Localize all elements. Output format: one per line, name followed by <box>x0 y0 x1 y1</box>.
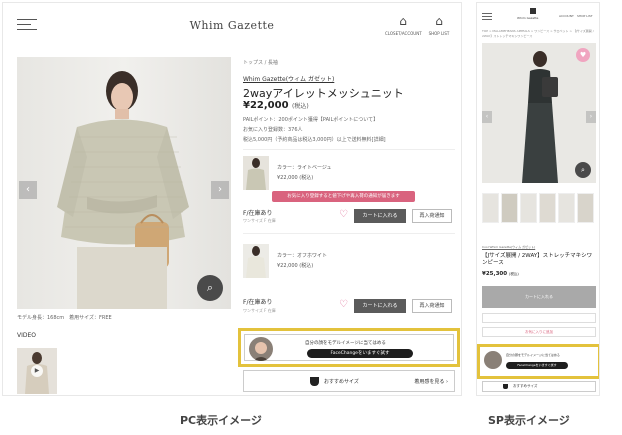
favorite-tooltip: お気に入り登録すると値下げや再入荷の通知が届きます <box>272 191 415 202</box>
sp-thumbnail[interactable] <box>520 193 537 223</box>
sp-zoom-icon[interactable]: ⌕ <box>575 162 591 178</box>
sp-facechange-button[interactable]: FaceChangeをいますぐ試す <box>506 362 568 369</box>
product-title: 2wayアイレットメッシュニット <box>243 87 404 100</box>
sp-facechange-text: 自分の顔をモデルイメージに当てはめる <box>506 353 560 357</box>
sp-product-title: 【Jサイズ展開 / 2WAY】ストレッチマキシワンピース <box>482 253 593 266</box>
facechange-button[interactable]: FaceChangeをいますぐ試す <box>307 349 413 358</box>
variant-price: ¥22,000 (税込) <box>277 262 313 269</box>
category-breadcrumb: トップス / 長袖 <box>243 60 278 66</box>
sp-thumbnail[interactable] <box>577 193 594 223</box>
sp-price: ¥25,300 (税込) <box>482 271 519 277</box>
sp-size-icon <box>503 384 508 389</box>
video-thumbnail[interactable]: ▶ <box>17 348 57 394</box>
variant-price-value: ¥22,000 <box>277 175 298 181</box>
shipping-info: 税込5,000円（予約商品は税込3,000円）以上で送料無料[詳細] <box>243 137 386 143</box>
video-label: VIDEO <box>17 332 37 339</box>
sp-hamburger-icon[interactable] <box>482 13 492 22</box>
sp-product-image[interactable]: ♥ ‹ › ⌕ <box>482 43 596 183</box>
variant-price-value: ¥22,000 <box>277 263 298 269</box>
variant-thumb-illustration <box>246 246 266 278</box>
sp-thumbnail[interactable] <box>482 193 499 223</box>
sp-header: Whim Gazette ACCOUNT SHOP LIST <box>477 3 599 27</box>
next-image-arrow[interactable]: › <box>211 181 229 199</box>
sp-facechange-highlight[interactable]: 自分の顔をモデルイメージに当てはめる FaceChangeをいますぐ試す <box>477 344 599 379</box>
face-illustration <box>253 342 269 361</box>
fit-link[interactable]: 着用感を見る › <box>414 378 448 385</box>
sp-option-button[interactable] <box>482 313 596 323</box>
sp-recommended-size-button[interactable]: おすすめサイズ <box>482 381 596 392</box>
hanger-icon: ⌂ <box>399 14 407 28</box>
sp-thumbnail-strip <box>482 193 596 223</box>
closet-icon-button[interactable]: ⌂ CLOSET/ACCOUNT <box>385 14 422 36</box>
facechange-banner[interactable]: 自分の顔をモデルイメージに当てはめる FaceChangeをいますぐ試す <box>244 334 454 361</box>
model-photo-illustration <box>57 71 189 309</box>
stock-status: F/在庫あり <box>243 210 273 217</box>
add-to-cart-button[interactable]: カートに入れる <box>354 299 406 313</box>
sp-shoplist-link[interactable]: SHOP LIST <box>577 14 593 18</box>
sp-logo[interactable]: Whim Gazette <box>517 16 538 20</box>
sp-thumbnail[interactable] <box>558 193 575 223</box>
stock-sub: ワンサイズ F 在庫 <box>243 308 276 313</box>
favorite-heart-icon[interactable]: ♡ <box>339 209 348 220</box>
sp-caption: SP表示イメージ <box>488 414 570 427</box>
sp-thumbnail[interactable] <box>539 193 556 223</box>
sp-logo-mark <box>530 8 536 14</box>
favorites-count: お気に入り登録数：376人 <box>243 127 303 133</box>
sp-next-arrow[interactable]: › <box>586 111 596 123</box>
brand-link[interactable]: Whim Gazette(ウィム ガゼット) <box>243 74 334 83</box>
recommended-size-label: おすすめサイズ <box>324 379 359 385</box>
variant-thumbnail[interactable] <box>243 244 269 278</box>
shop-list-label: SHOP LIST <box>428 31 450 36</box>
sp-price-value: ¥25,300 <box>482 271 508 277</box>
variant-tax: (税込) <box>299 175 314 181</box>
sp-thumbnail[interactable] <box>501 193 518 223</box>
facechange-text: 自分の顔をモデルイメージに当てはめる <box>305 341 386 346</box>
pc-caption: PC表示イメージ <box>180 414 262 427</box>
sp-account-link[interactable]: ACCOUNT <box>559 14 574 18</box>
facechange-highlight: 自分の顔をモデルイメージに当てはめる FaceChangeをいますぐ試す <box>238 328 460 367</box>
tax-label: (税込) <box>292 103 309 110</box>
points-info: PAILポイント：200ポイント獲得【PAILポイントについて】 <box>243 117 379 123</box>
restock-notify-button[interactable]: 再入荷通知 <box>412 209 452 223</box>
sp-brand-link[interactable]: Cool Whim Gazette(ウィム ガゼット) <box>482 245 535 249</box>
stock-sub: ワンサイズ F 在庫 <box>243 218 276 223</box>
variant-thumb-illustration <box>246 158 266 190</box>
pc-header: Whim Gazette ⌂ CLOSET/ACCOUNT ⌂ SHOP LIS… <box>3 3 461 43</box>
model-size-caption: モデル身長：168cm 着用サイズ：FREE <box>17 315 112 321</box>
price-value: ¥22,000 <box>243 100 289 111</box>
sp-breadcrumb: TOP > MALAMEHEANS APPEALS > ワンピース > サロペッ… <box>482 29 594 38</box>
sp-add-to-cart-button[interactable]: カートに入れる <box>482 286 596 308</box>
closet-label: CLOSET/ACCOUNT <box>385 31 422 36</box>
zoom-icon[interactable]: ⌕ <box>197 275 223 301</box>
sp-preview: Whim Gazette ACCOUNT SHOP LIST TOP > MAL… <box>476 2 600 396</box>
product-price: ¥22,000 (税込) <box>243 100 309 111</box>
divider <box>243 149 455 150</box>
product-main-image[interactable]: ‹ › ⌕ <box>17 57 231 309</box>
shop-icon: ⌂ <box>435 14 443 28</box>
size-logo-icon <box>310 377 319 386</box>
variant-thumbnail[interactable] <box>243 156 269 190</box>
variant-tax: (税込) <box>299 263 314 269</box>
sp-prev-arrow[interactable]: ‹ <box>482 111 492 123</box>
variant-color: カラー：ライトベージュ <box>277 165 332 171</box>
face-avatar <box>249 337 273 361</box>
sp-favorite-heart-icon[interactable]: ♥ <box>576 48 590 62</box>
variant-row: カラー：オフホワイト ¥22,000 (税込) F/在庫あり ワンサイズ F 在… <box>243 244 455 314</box>
stock-status: F/在庫あり <box>243 299 273 306</box>
add-to-cart-button[interactable]: カートに入れる <box>354 209 406 223</box>
restock-notify-button[interactable]: 再入荷通知 <box>412 299 452 313</box>
favorite-heart-icon[interactable]: ♡ <box>339 299 348 310</box>
prev-image-arrow[interactable]: ‹ <box>19 181 37 199</box>
sp-face-avatar <box>484 351 502 369</box>
play-icon[interactable]: ▶ <box>31 365 43 377</box>
recommended-size-button[interactable]: おすすめサイズ 着用感を見る › <box>243 370 455 392</box>
variant-color: カラー：オフホワイト <box>277 253 328 259</box>
sp-size-label: おすすめサイズ <box>513 384 538 388</box>
sp-favorite-button[interactable]: お気に入りに追加 <box>482 327 596 337</box>
shop-list-button[interactable]: ⌂ SHOP LIST <box>421 15 457 36</box>
variant-price: ¥22,000 (税込) <box>277 174 313 181</box>
pc-preview: Whim Gazette ⌂ CLOSET/ACCOUNT ⌂ SHOP LIS… <box>2 2 462 396</box>
divider <box>243 233 455 234</box>
sp-tax: (税込) <box>508 272 519 276</box>
